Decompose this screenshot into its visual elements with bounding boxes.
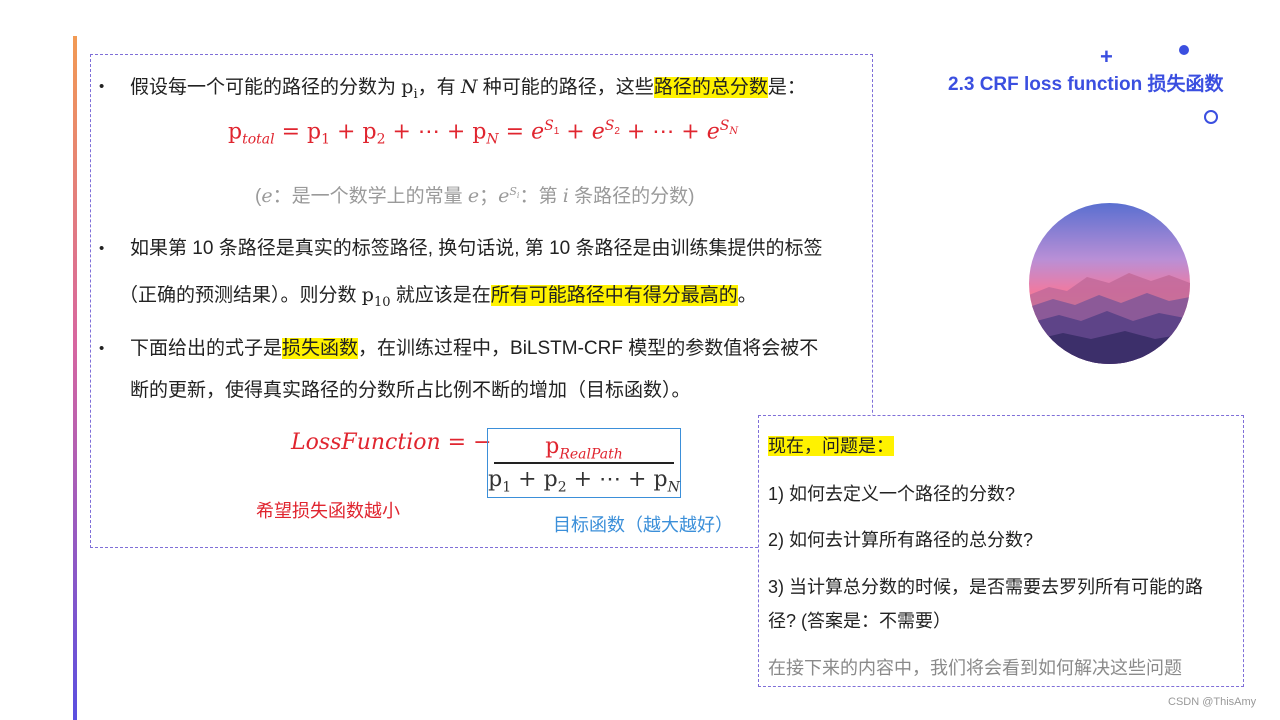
- accent-gradient-bar: [73, 36, 77, 720]
- next-content-note: 在接下来的内容中，我们将会看到如何解决这些问题: [768, 658, 1182, 678]
- loss-smaller-note: 希望损失函数越小: [256, 501, 400, 521]
- question-2: 2) 如何去计算所有路径的总分数?: [768, 530, 1034, 550]
- bullet-marker: •: [99, 340, 105, 357]
- bullet-marker: •: [99, 78, 105, 95]
- highlight-highest-score: 所有可能路径中有得分最高的: [490, 285, 738, 306]
- fraction-bar: [494, 462, 674, 464]
- total-score-formula: ptotal = p1 + p2 + ⋯ + pN = eS1 + eS2 + …: [228, 118, 739, 148]
- main-content-box: • 假设每一个可能的路径的分数为 pi，有 N 种可能的路径，这些路径的总分数是…: [90, 54, 873, 548]
- plus-decoration-icon: +: [1100, 44, 1113, 69]
- questions-box: 现在，问题是： 1) 如何去定义一个路径的分数? 2) 如何去计算所有路径的总分…: [758, 415, 1244, 687]
- question-3-line-1: 3) 当计算总分数的时候，是否需要去罗列所有可能的路: [768, 577, 1204, 597]
- question-1: 1) 如何去定义一个路径的分数?: [768, 484, 1016, 504]
- question-3-line-2: 径? (答案是：不需要）: [768, 611, 952, 631]
- objective-larger-note: 目标函数（越大越好）: [553, 515, 733, 535]
- questions-heading: 现在，问题是：: [768, 436, 894, 456]
- highlight-total-score: 路径的总分数: [653, 77, 768, 98]
- loss-function-lhs: LossFunction = −: [291, 430, 492, 455]
- highlight-loss-function: 损失函数: [282, 338, 359, 359]
- dot-decoration-icon: [1179, 45, 1189, 55]
- loss-denominator: p1 + p2 + ⋯ + pN: [488, 467, 680, 496]
- bullet-marker: •: [99, 240, 105, 257]
- ring-decoration-icon: [1204, 110, 1218, 124]
- loss-fraction-box: pRealPath p1 + p2 + ⋯ + pN: [487, 428, 681, 498]
- slide-title: 2.3 CRF loss function 损失函数: [948, 74, 1224, 95]
- loss-numerator: pRealPath: [545, 434, 623, 463]
- csdn-watermark: CSDN @ThisAmy: [1168, 696, 1257, 708]
- mountain-sunset-image: [1029, 203, 1190, 364]
- constant-e-note: (e：是一个数学上的常量 e；eSi：第 i 条路径的分数): [255, 184, 695, 207]
